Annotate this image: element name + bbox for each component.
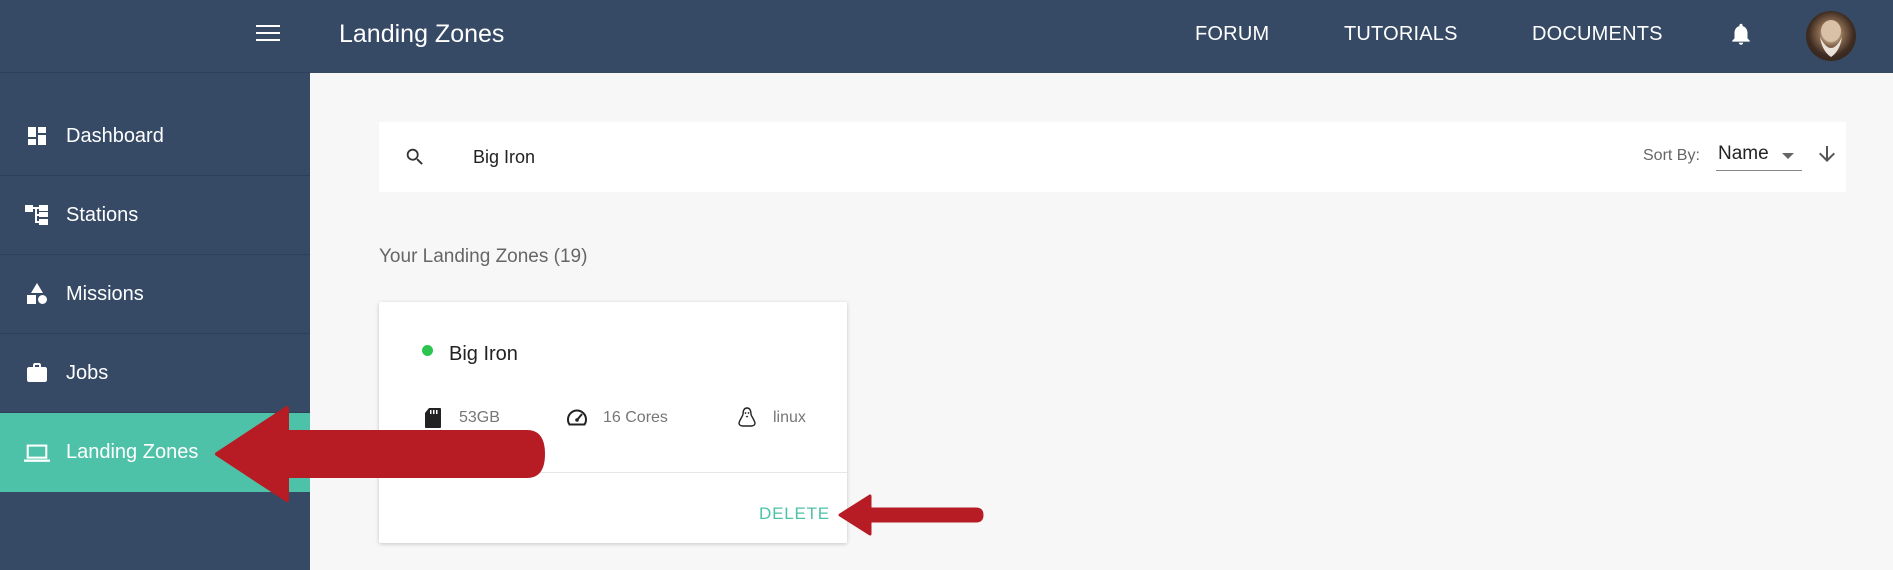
search-bar: Sort By: Name [379, 122, 1846, 192]
top-bar: Landing Zones FORUM TUTORIALS DOCUMENTS [310, 0, 1893, 73]
sidebar-item-label: Landing Zones [66, 441, 199, 463]
briefcase-icon [24, 360, 50, 386]
sort-value: Name [1718, 143, 1769, 164]
sidebar-item-label: Missions [66, 282, 144, 305]
sidebar-nav: Dashboard Stations Missions Jobs Landing… [0, 97, 310, 492]
search-input[interactable] [473, 142, 1373, 172]
sidebar-header [0, 0, 310, 73]
linux-icon [735, 406, 759, 430]
menu-icon[interactable] [256, 25, 280, 43]
sidebar-item-stations[interactable]: Stations [0, 176, 310, 255]
delete-button[interactable]: DELETE [759, 504, 830, 524]
missions-icon [24, 281, 50, 307]
storage-value: 53GB [459, 409, 500, 426]
status-indicator [422, 345, 433, 356]
sidebar-item-missions[interactable]: Missions [0, 255, 310, 334]
sidebar-item-landing-zones[interactable]: Landing Zones [0, 413, 310, 492]
nav-link-forum[interactable]: FORUM [1195, 23, 1269, 46]
bell-icon[interactable] [1728, 20, 1754, 48]
sd-card-icon [421, 406, 445, 430]
stations-icon [24, 202, 50, 228]
cores-value: 16 Cores [603, 409, 668, 426]
sort-select[interactable]: Name [1716, 139, 1802, 171]
speedometer-icon [565, 406, 589, 430]
sidebar-item-dashboard[interactable]: Dashboard [0, 97, 310, 176]
annotation-arrow-delete [838, 494, 984, 536]
search-icon[interactable] [404, 146, 426, 168]
card-title: Big Iron [449, 343, 518, 365]
os-spec: linux [735, 406, 806, 430]
sidebar-item-label: Dashboard [66, 124, 164, 147]
avatar[interactable] [1806, 11, 1856, 61]
cores-spec: 16 Cores [565, 406, 668, 430]
sidebar-item-label: Jobs [66, 361, 109, 384]
dashboard-icon [24, 123, 50, 149]
section-title: Your Landing Zones (19) [379, 246, 588, 267]
sort-label: Sort By: [1643, 147, 1700, 164]
storage-spec: 53GB [421, 406, 500, 430]
page-title: Landing Zones [339, 20, 505, 48]
chevron-down-icon [1782, 153, 1794, 159]
landing-zone-card[interactable]: Big Iron 53GB 16 Cores linux DELETE [379, 302, 847, 543]
sidebar-item-jobs[interactable]: Jobs [0, 334, 310, 413]
arrow-down-icon[interactable] [1815, 142, 1839, 166]
sidebar: Dashboard Stations Missions Jobs Landing… [0, 0, 310, 570]
nav-link-documents[interactable]: DOCUMENTS [1532, 23, 1663, 46]
nav-link-tutorials[interactable]: TUTORIALS [1344, 23, 1458, 46]
laptop-icon [24, 440, 50, 466]
sidebar-item-label: Stations [66, 203, 139, 226]
card-divider [379, 472, 847, 473]
os-value: linux [773, 409, 806, 426]
